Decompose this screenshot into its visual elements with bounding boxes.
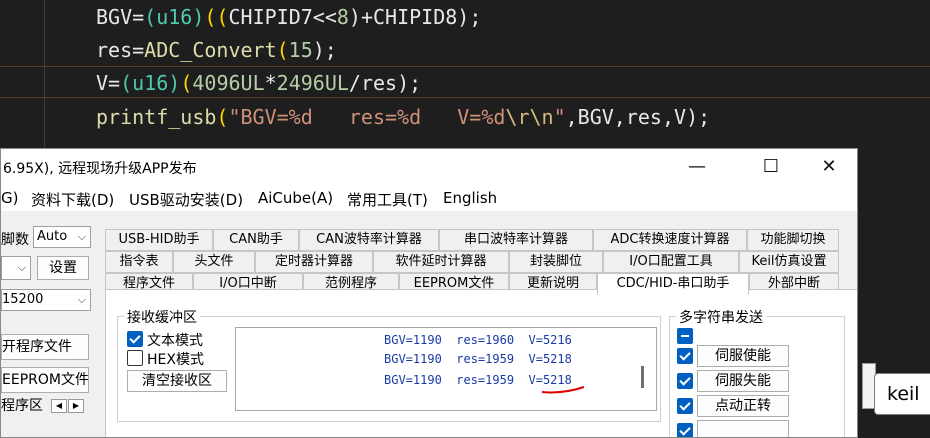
send-jog-forward-button[interactable]: 点动正转 xyxy=(697,395,789,417)
hex-mode-label: HEX模式 xyxy=(147,352,204,368)
tab-header-file[interactable]: 头文件 xyxy=(173,251,255,273)
keil-button[interactable]: keil xyxy=(874,373,930,415)
pin-count-label: 脚数 xyxy=(1,232,29,248)
pin-count-select[interactable]: Auto ⌵ xyxy=(33,226,91,248)
tab-keil-sim[interactable]: Keil仿真设置 xyxy=(739,251,839,273)
menu-item-tools[interactable]: 常用工具(T) xyxy=(347,189,428,210)
select-all-checkbox[interactable] xyxy=(677,328,693,344)
tab-pin-switch[interactable]: 功能脚切换 xyxy=(747,229,839,251)
tab-timer-calc[interactable]: 定时器计算器 xyxy=(255,251,373,273)
tab-io-config[interactable]: I/O口配置工具 xyxy=(603,251,739,273)
menu-item-english[interactable]: English xyxy=(443,189,497,207)
send-item-button-partial[interactable] xyxy=(697,420,789,437)
tab-usb-hid[interactable]: USB-HID助手 xyxy=(105,229,213,251)
tab-package-pins[interactable]: 封装脚位 xyxy=(509,251,603,273)
hex-mode-checkbox[interactable] xyxy=(127,350,143,366)
menu-item-aicube[interactable]: AiCube(A) xyxy=(258,189,333,207)
menu-item-downloads[interactable]: 资料下载(D) xyxy=(31,189,114,210)
window-title: 6.95X), 远程现场升级APP发布 xyxy=(3,161,197,177)
tab-uart-baud[interactable]: 串口波特率计算器 xyxy=(439,229,593,251)
title-bar[interactable]: 6.95X), 远程现场升级APP发布 — ☐ ✕ xyxy=(1,149,857,185)
port-select[interactable]: ⌵ xyxy=(1,256,31,280)
code-line-3[interactable]: V=(u16)(4096UL*2496UL/res); xyxy=(96,67,421,99)
maximize-icon[interactable]: ☐ xyxy=(759,155,783,179)
clear-receive-button[interactable]: 清空接收区 xyxy=(127,370,227,392)
text-mode-label: 文本模式 xyxy=(147,333,203,349)
tab-adc-speed[interactable]: ADC转换速度计算器 xyxy=(593,229,747,251)
text-mode-checkbox[interactable] xyxy=(127,331,143,347)
multi-string-send-title: 多字符串发送 xyxy=(676,307,766,327)
code-line-2[interactable]: res=ADC_Convert(15); xyxy=(96,34,337,66)
tab-instruction-table[interactable]: 指令表 xyxy=(105,251,173,273)
send-item-checkbox[interactable] xyxy=(677,348,693,364)
chevron-down-icon: ⌵ xyxy=(77,293,86,306)
tab-can[interactable]: CAN助手 xyxy=(213,229,299,251)
receive-text-area[interactable]: BGV=1190 res=1960 V=5216 BGV=1190 res=19… xyxy=(235,327,657,411)
send-item-checkbox[interactable] xyxy=(677,398,693,414)
baud-rate-select[interactable]: 15200 ⌵ xyxy=(1,289,91,311)
receive-scrollbar[interactable] xyxy=(641,366,644,388)
tab-can-baud[interactable]: CAN波特率计算器 xyxy=(299,229,439,251)
menu-item-usb-driver[interactable]: USB驱动安装(D) xyxy=(129,189,243,210)
send-servo-disable-button[interactable]: 伺服失能 xyxy=(697,370,789,392)
open-eeprom-file-button[interactable]: EEPROM文件 xyxy=(1,367,89,393)
minimize-icon[interactable]: — xyxy=(685,155,709,179)
close-icon[interactable]: ✕ xyxy=(817,155,841,179)
code-line-1[interactable]: BGV=(u16)((CHIPID7<<8)+CHIPID8); xyxy=(96,1,481,33)
code-line-4[interactable]: printf_usb("BGV=%d res=%d V=%d\r\n",BGV,… xyxy=(96,101,710,133)
scroll-left-icon[interactable]: ◀ xyxy=(51,399,67,413)
set-button[interactable]: 设置 xyxy=(37,256,89,280)
send-item-checkbox[interactable] xyxy=(677,423,693,437)
chevron-down-icon: ⌵ xyxy=(77,230,86,243)
open-program-file-button[interactable]: 开程序文件 xyxy=(1,334,89,360)
receive-buffer-title: 接收缓冲区 xyxy=(124,307,200,327)
program-area-tab[interactable]: 程序区 ◀ ▶ xyxy=(1,396,89,418)
menu-item-prev[interactable]: G) xyxy=(1,189,18,207)
send-servo-enable-button[interactable]: 伺服使能 xyxy=(697,345,789,367)
program-area-label: 程序区 xyxy=(1,398,43,414)
tab-delay-calc[interactable]: 软件延时计算器 xyxy=(373,251,509,273)
receive-line: BGV=1190 res=1959 V=5218 xyxy=(384,352,572,366)
send-item-checkbox[interactable] xyxy=(677,373,693,389)
stc-isp-window: 6.95X), 远程现场升级APP发布 — ☐ ✕ G) 资料下载(D) USB… xyxy=(0,148,858,438)
baud-rate-value: 15200 xyxy=(2,292,44,307)
scroll-right-icon[interactable]: ▶ xyxy=(68,399,84,413)
tab-cdc-hid-serial[interactable]: CDC/HID-串口助手 xyxy=(597,273,749,295)
red-underline-annotation xyxy=(541,386,585,394)
receive-line: BGV=1190 res=1960 V=5216 xyxy=(384,333,572,347)
chevron-down-icon: ⌵ xyxy=(17,261,26,274)
pin-count-value: Auto xyxy=(37,229,68,244)
menu-bar: G) 资料下载(D) USB驱动安装(D) AiCube(A) 常用工具(T) … xyxy=(1,185,857,211)
